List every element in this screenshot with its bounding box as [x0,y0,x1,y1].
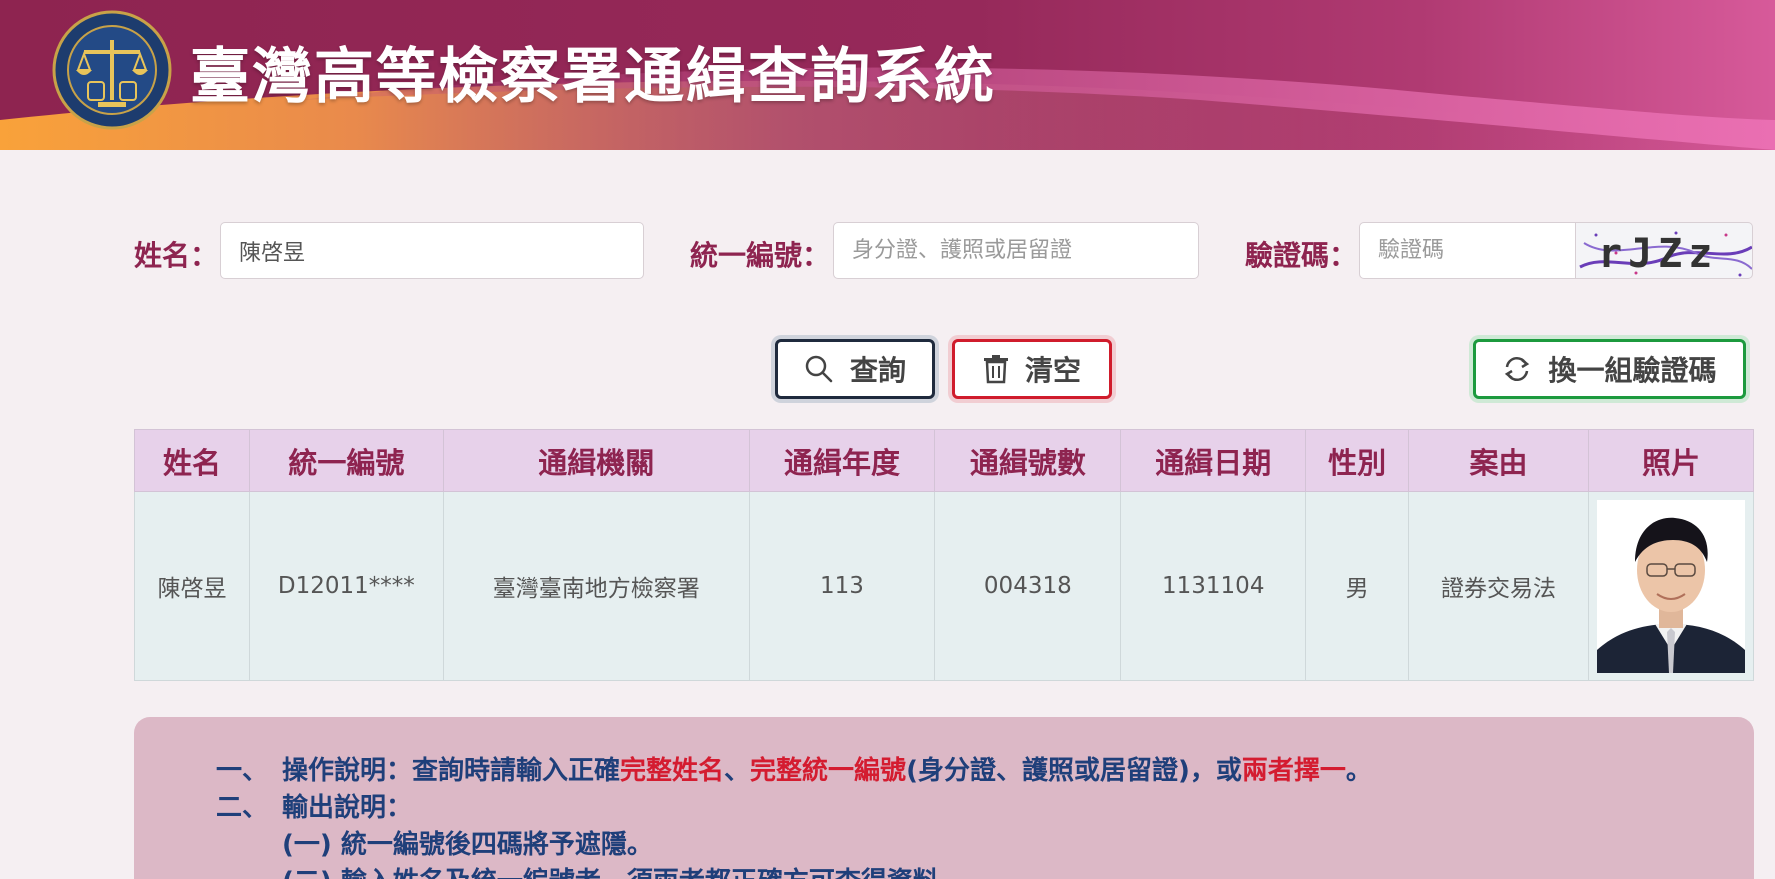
portrait-image [1596,499,1745,673]
prosecutors-office-logo [52,10,172,130]
captcha-image[interactable]: rJZz [1575,222,1753,279]
col-header-photo: 照片 [1587,429,1755,492]
col-header-year: 通緝年度 [748,429,936,492]
captcha-label: 驗證碼： [1245,239,1358,272]
cell-number: 004318 [934,491,1122,681]
instructions-panel: 一、 操作說明：查詢時請輸入正確 完整姓名 、 完整統一編號 (身分證、護照或居… [134,717,1754,879]
instruction-1-separator: 、 [724,756,751,786]
results-table: 姓名 統一編號 通緝機關 通緝年度 通緝號數 通緝日期 性別 案由 照片 陳啓昱… [134,429,1755,681]
instruction-line-1: 一、 操作說明：查詢時請輸入正確 完整姓名 、 完整統一編號 (身分證、護照或居… [216,753,1754,790]
search-button-label: 查詢 [849,354,906,387]
refresh-icon [1505,357,1530,381]
search-icon [805,355,833,383]
instruction-1-middle: (身分證、護照或居留證)，或 [906,756,1242,786]
cell-cause: 證券交易法 [1408,491,1589,681]
captcha-input[interactable] [1359,222,1576,279]
col-header-number: 通緝號數 [934,429,1122,492]
clear-button[interactable]: 清空 [952,339,1112,399]
col-header-gender: 性別 [1305,429,1410,492]
search-button[interactable]: 查詢 [775,339,935,399]
col-header-date: 通緝日期 [1120,429,1307,492]
instruction-line-2: 二、 輸出說明： [216,790,1754,827]
instruction-1-text: 操作說明：查詢時請輸入正確 [282,756,621,786]
instruction-2-text: 輸出說明： [282,793,413,823]
cell-agency: 臺灣臺南地方檢察署 [442,491,750,681]
name-input[interactable] [220,222,644,279]
instruction-1-suffix: 。 [1345,756,1372,786]
refresh-captcha-label: 換一組驗證碼 [1548,354,1717,387]
trash-icon [983,355,1008,384]
id-number-input[interactable] [833,222,1199,279]
id-label: 統一編號： [690,239,831,272]
highlight-full-name: 完整姓名 [620,756,725,786]
site-header: 臺灣高等檢察署通緝查詢系統 [0,0,1775,150]
instruction-line-4: (二) 輸入姓名及統一編號者，須兩者都正確方可查得資料。 [216,864,1754,879]
cell-photo [1587,491,1755,681]
col-header-agency: 通緝機關 [442,429,750,492]
instruction-3-text: (一) 統一編號後四碼將予遮隱。 [282,830,653,860]
cell-id: D12011**** [248,491,444,681]
instruction-line-3: (一) 統一編號後四碼將予遮隱。 [216,827,1754,864]
col-header-cause: 案由 [1408,429,1589,492]
highlight-full-id: 完整統一編號 [750,756,907,786]
instruction-1-number: 一、 [216,756,269,786]
highlight-either: 兩者擇一 [1241,756,1346,786]
table-header-row: 姓名 統一編號 通緝機關 通緝年度 通緝號數 通緝日期 性別 案由 照片 [134,429,1755,492]
cell-date: 1131104 [1120,491,1307,681]
name-label: 姓名： [134,239,219,272]
cell-gender: 男 [1305,491,1410,681]
col-header-name: 姓名 [134,429,250,492]
cell-name: 陳啓昱 [134,491,250,681]
col-header-id: 統一編號 [248,429,444,492]
captcha-text: rJZz [1598,231,1718,277]
cell-year: 113 [748,491,936,681]
captcha-noise: rJZz [1579,231,1752,277]
table-row: 陳啓昱 D12011**** 臺灣臺南地方檢察署 113 004318 1131… [134,491,1755,681]
instruction-2-number: 二、 [216,793,269,823]
portrait-photo [1596,499,1745,673]
refresh-captcha-button[interactable]: 換一組驗證碼 [1473,339,1746,399]
clear-button-label: 清空 [1024,354,1081,387]
site-title: 臺灣高等檢察署通緝查詢系統 [190,42,996,112]
instruction-4-text: (二) 輸入姓名及統一編號者，須兩者都正確方可查得資料。 [282,864,965,879]
